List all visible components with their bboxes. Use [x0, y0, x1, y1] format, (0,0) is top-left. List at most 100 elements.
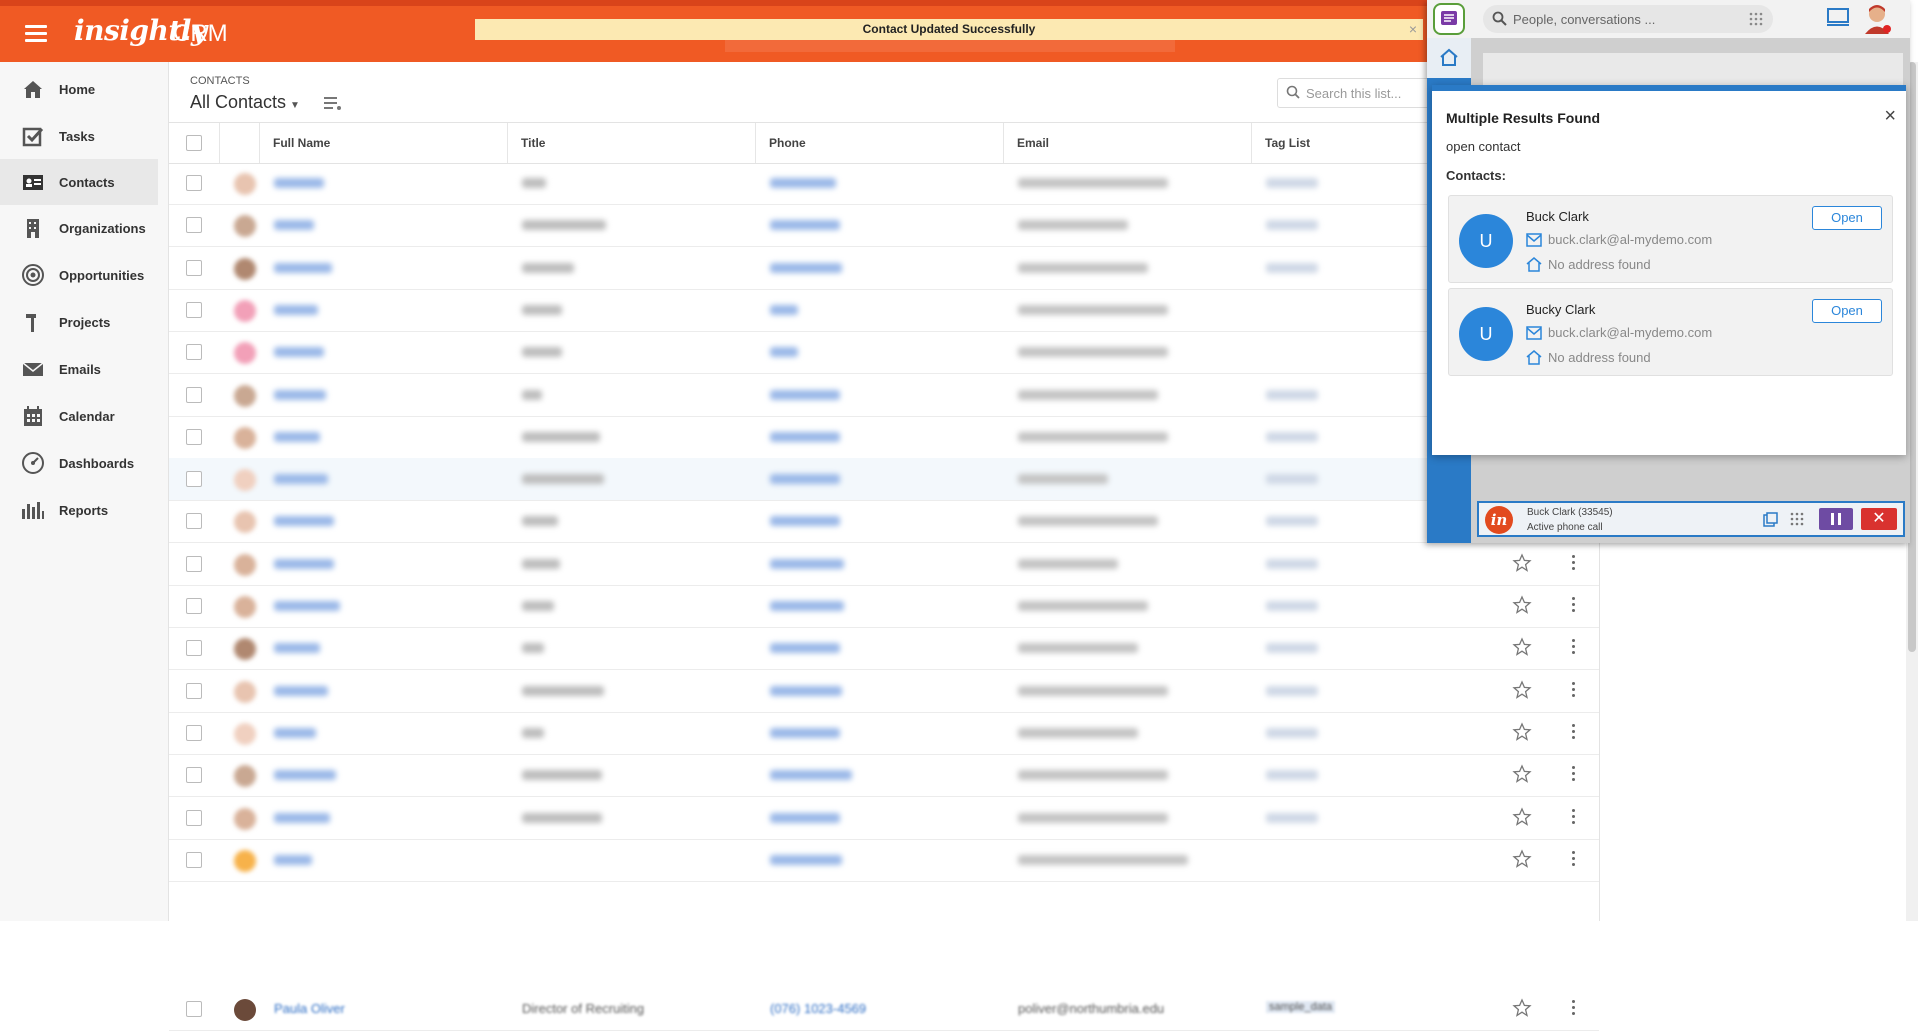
sidebar-item-label: Reports — [59, 502, 109, 518]
open-contact-button[interactable]: Open — [1812, 299, 1882, 323]
row-menu-icon[interactable] — [1572, 639, 1576, 657]
row-checkbox[interactable] — [186, 344, 202, 361]
row-checkbox[interactable] — [186, 1001, 202, 1017]
row-menu-icon[interactable] — [1572, 554, 1576, 573]
dashboards-icon — [21, 451, 45, 475]
table-row[interactable] — [169, 289, 1599, 332]
contact-name-link[interactable]: Paula Oliver — [274, 1001, 345, 1016]
row-checkbox[interactable] — [186, 301, 202, 318]
star-icon[interactable] — [1512, 595, 1532, 615]
row-checkbox[interactable] — [186, 513, 202, 530]
pause-icon — [1831, 513, 1841, 525]
row-checkbox[interactable] — [186, 175, 202, 191]
close-icon[interactable]: × — [1884, 105, 1896, 128]
toast-close-icon[interactable]: × — [1409, 19, 1417, 40]
contacts-list-view: CONTACTS All Contacts ▼ Search this list.… — [169, 62, 1599, 1031]
sidebar-item-reports[interactable]: Reports — [0, 487, 158, 533]
table-row[interactable] — [169, 712, 1599, 755]
row-checkbox[interactable] — [186, 259, 202, 276]
row-checkbox[interactable] — [186, 386, 202, 403]
row-checkbox[interactable] — [186, 598, 202, 614]
contact-address: No address found — [1526, 349, 1651, 365]
list-view-selector[interactable]: All Contacts ▼ — [190, 92, 300, 113]
hold-button[interactable] — [1819, 508, 1853, 530]
table-row[interactable] — [169, 162, 1599, 205]
star-icon[interactable] — [1512, 849, 1532, 869]
redacted-tag — [1266, 178, 1318, 188]
row-checkbox[interactable] — [186, 851, 202, 868]
row-menu-icon[interactable] — [1572, 850, 1576, 869]
sidebar-item-label: Contacts — [59, 174, 115, 190]
column-phone[interactable]: Phone — [755, 123, 1003, 163]
row-menu-icon[interactable] — [1572, 681, 1576, 700]
contact-phone[interactable]: (076) 1023-4569 — [770, 1001, 866, 1016]
dialpad-icon[interactable] — [1749, 12, 1763, 31]
table-row[interactable] — [169, 331, 1599, 375]
redacted-tag — [1266, 812, 1318, 823]
row-checkbox[interactable] — [186, 428, 202, 445]
phone-home-tab[interactable] — [1427, 38, 1471, 78]
star-icon[interactable] — [1512, 637, 1532, 657]
row-checkbox[interactable] — [186, 640, 202, 657]
row-checkbox[interactable] — [186, 217, 202, 234]
select-all-checkbox[interactable] — [186, 135, 202, 151]
table-row[interactable] — [169, 627, 1599, 671]
sidebar-item-organizations[interactable]: Organizations — [0, 205, 158, 251]
row-menu-icon[interactable] — [1572, 597, 1576, 615]
table-row[interactable] — [169, 204, 1599, 248]
sidebar-item-opportunities[interactable]: Opportunities — [0, 252, 158, 298]
row-menu-icon[interactable] — [1572, 723, 1576, 742]
sidebar-item-calendar[interactable]: Calendar — [0, 393, 158, 439]
user-avatar[interactable] — [1862, 3, 1892, 40]
star-icon[interactable] — [1512, 553, 1532, 573]
sidebar-item-home[interactable]: Home — [0, 66, 158, 112]
star-icon[interactable] — [1512, 722, 1532, 742]
row-checkbox[interactable] — [186, 724, 202, 741]
table-row[interactable] — [169, 416, 1599, 459]
star-icon[interactable] — [1512, 806, 1532, 827]
sidebar-item-projects[interactable]: Projects — [0, 299, 158, 345]
table-row[interactable] — [169, 500, 1599, 544]
redacted-email — [1018, 685, 1168, 696]
table-row[interactable] — [169, 670, 1599, 713]
table-row[interactable] — [169, 797, 1599, 840]
people-search-input[interactable]: People, conversations ... — [1483, 5, 1773, 33]
table-row[interactable] — [169, 247, 1599, 290]
table-row[interactable] — [169, 458, 1599, 502]
table-row[interactable] — [169, 374, 1599, 417]
row-menu-icon[interactable] — [1572, 766, 1576, 784]
table-row-paula-oliver[interactable]: Paula Oliver Director of Recruiting (076) … — [169, 988, 1599, 1031]
menu-icon[interactable] — [25, 25, 47, 46]
row-menu-icon[interactable] — [1572, 1000, 1576, 1018]
copy-icon[interactable] — [1763, 512, 1778, 532]
star-icon[interactable] — [1512, 679, 1532, 700]
row-checkbox[interactable] — [186, 809, 202, 826]
row-checkbox[interactable] — [186, 767, 202, 784]
open-contact-button[interactable]: Open — [1812, 206, 1882, 230]
column-email[interactable]: Email — [1003, 123, 1251, 163]
dialpad-icon[interactable] — [1790, 512, 1804, 531]
table-row[interactable] — [169, 839, 1599, 882]
contact-email[interactable]: poliver@northumbria.edu — [1018, 1001, 1164, 1016]
hangup-button[interactable]: ✕ — [1861, 508, 1897, 530]
star-icon[interactable] — [1512, 764, 1532, 784]
row-menu-icon[interactable] — [1572, 808, 1576, 827]
column-title[interactable]: Title — [507, 123, 755, 163]
sidebar-item-contacts[interactable]: Contacts — [0, 159, 158, 205]
table-row[interactable] — [169, 754, 1599, 798]
sidebar-item-dashboards[interactable]: Dashboards — [0, 440, 158, 486]
contact-tag[interactable]: sample_data — [1266, 1001, 1335, 1013]
sidebar-item-tasks[interactable]: Tasks — [0, 113, 158, 159]
row-checkbox[interactable] — [186, 471, 202, 488]
sidebar-item-emails[interactable]: Emails — [0, 346, 158, 392]
star-icon[interactable] — [1512, 998, 1532, 1018]
table-row[interactable] — [169, 585, 1599, 628]
phone-app-icon[interactable] — [1433, 3, 1465, 35]
screen-icon[interactable] — [1827, 8, 1849, 33]
row-checkbox[interactable] — [186, 555, 202, 572]
row-checkbox[interactable] — [186, 682, 202, 699]
column-full-name[interactable]: Full Name — [259, 123, 507, 163]
list-options-icon[interactable] — [324, 96, 342, 115]
avatar — [234, 215, 256, 238]
table-row[interactable] — [169, 543, 1599, 586]
